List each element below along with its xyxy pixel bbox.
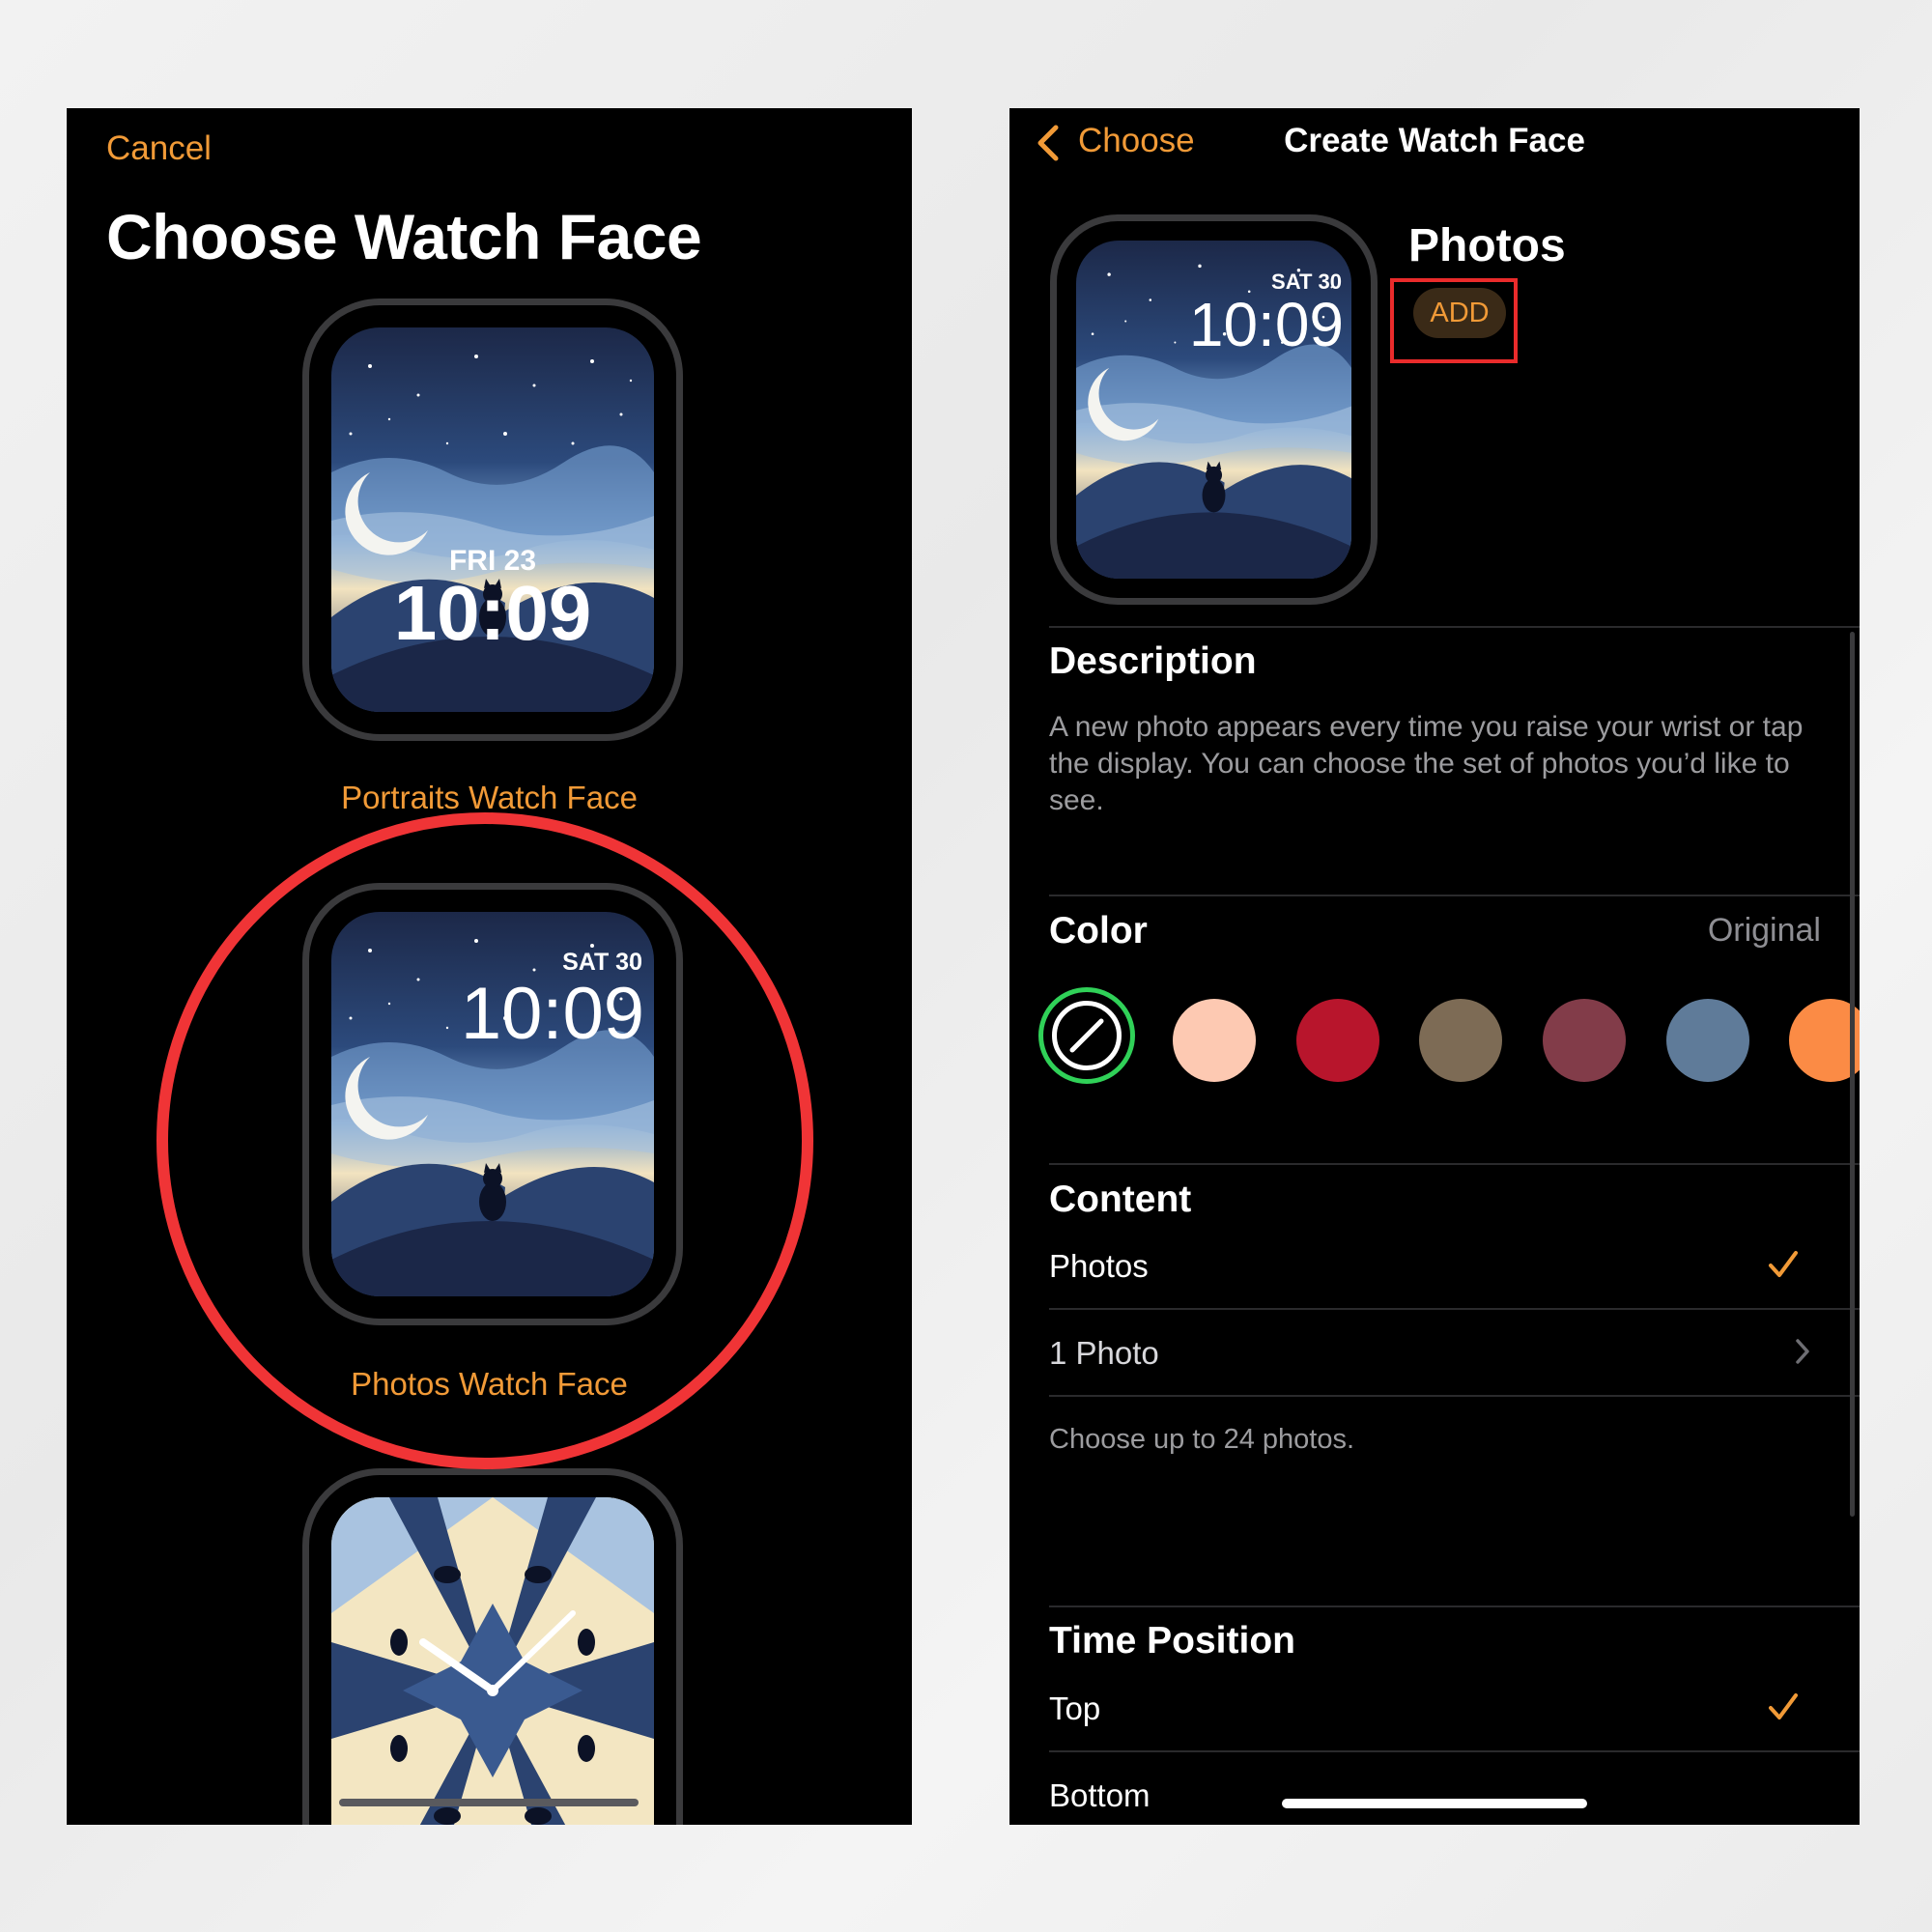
face-name: Photos <box>1408 220 1566 271</box>
color-value: Original <box>1707 912 1821 949</box>
content-option-photos[interactable]: Photos <box>1049 1248 1149 1285</box>
description-header: Description <box>1049 640 1257 682</box>
color-swatch-peach[interactable] <box>1173 999 1256 1082</box>
divider <box>1049 1750 1860 1752</box>
nav-title: Create Watch Face <box>1284 122 1585 159</box>
kaleidoscope-watch-face-preview[interactable] <box>302 1468 683 1825</box>
cancel-button[interactable]: Cancel <box>106 129 212 168</box>
photos-watch-face-preview[interactable]: SAT 30 10:09 <box>302 883 683 1325</box>
watch-time: 10:09 <box>393 570 592 656</box>
divider <box>1049 895 1860 896</box>
face-label-photos[interactable]: Photos Watch Face <box>67 1366 912 1403</box>
description-text: A new photo appears every time you raise… <box>1049 711 1804 816</box>
divider <box>1049 1163 1860 1165</box>
watch-face-image: SAT 30 10:09 <box>331 912 654 1296</box>
color-swatch-red[interactable] <box>1296 999 1379 1082</box>
color-header: Color <box>1049 910 1148 952</box>
watch-time: 10:09 <box>1188 290 1344 359</box>
time-position-top[interactable]: Top <box>1049 1690 1100 1727</box>
color-swatch-plum[interactable] <box>1543 999 1626 1082</box>
divider <box>1049 1395 1860 1397</box>
no-color-icon <box>1052 1001 1122 1070</box>
watch-face-image <box>331 1497 654 1825</box>
content-hint: Choose up to 24 photos. <box>1049 1424 1355 1455</box>
divider <box>1049 1308 1860 1310</box>
color-swatch-slate-blue[interactable] <box>1666 999 1749 1082</box>
portraits-watch-face-preview[interactable]: FRI 23 10:09 <box>302 298 683 741</box>
photo-count-row[interactable]: 1 Photo <box>1049 1335 1159 1372</box>
watch-time: 10:09 <box>460 973 644 1055</box>
scroll-indicator <box>339 1799 639 1806</box>
checkmark-icon <box>1769 1693 1798 1719</box>
color-swatch-taupe[interactable] <box>1419 999 1502 1082</box>
face-label-portraits[interactable]: Portraits Watch Face <box>67 780 912 816</box>
checkmark-icon <box>1769 1251 1798 1277</box>
create-watch-face-screen: Choose Create Watch Face SAT 30 10:09 Ph… <box>1009 108 1860 1825</box>
watch-face-preview: SAT 30 10:09 <box>1050 214 1378 605</box>
time-position-header: Time Position <box>1049 1620 1295 1662</box>
page-title: Choose Watch Face <box>106 201 702 272</box>
watch-face-image: FRI 23 10:09 <box>331 327 654 712</box>
time-position-bottom[interactable]: Bottom <box>1049 1777 1151 1814</box>
content-header: Content <box>1049 1179 1192 1220</box>
add-highlight-box <box>1390 278 1518 363</box>
divider <box>1049 1605 1860 1607</box>
chevron-right-icon[interactable] <box>1794 1337 1811 1366</box>
kaleidoscope-artwork <box>331 1497 654 1825</box>
scroll-indicator <box>1850 632 1855 1517</box>
home-indicator[interactable] <box>1282 1799 1587 1808</box>
choose-watch-face-screen: Cancel Choose Watch Face FRI 23 10:09 Po… <box>67 108 912 1825</box>
color-swatch-original[interactable] <box>1038 987 1135 1084</box>
divider <box>1049 626 1860 628</box>
watch-face-image: SAT 30 10:09 <box>1076 241 1351 579</box>
